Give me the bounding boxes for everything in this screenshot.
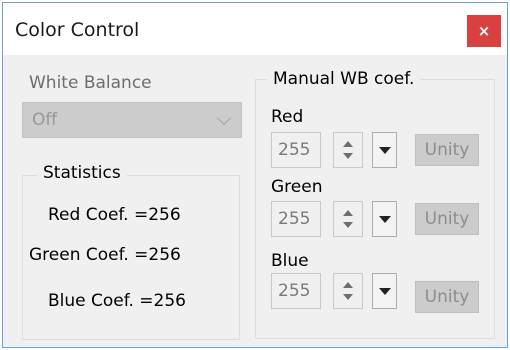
red-dropdown-button[interactable] [372, 132, 397, 168]
blue-spinner[interactable] [333, 273, 363, 309]
dropdown-arrow-icon [379, 147, 391, 154]
blue-coef-stat: Blue Coef. =256 [48, 291, 187, 311]
chevron-down-icon [216, 110, 232, 126]
spin-down-icon [343, 222, 353, 228]
close-icon: × [477, 22, 491, 40]
blue-value: 255 [278, 281, 311, 301]
dialog-body: White Balance Off Statistics Red Coef. =… [3, 55, 507, 347]
green-dropdown-button[interactable] [372, 201, 397, 237]
green-label: Green [271, 177, 323, 197]
blue-value-input[interactable]: 255 [271, 273, 321, 309]
red-value: 255 [278, 140, 311, 160]
green-unity-label: Unity [424, 209, 470, 229]
close-button[interactable]: × [467, 15, 501, 47]
color-control-window: Color Control × White Balance Off Statis… [2, 2, 508, 348]
green-value: 255 [278, 209, 311, 229]
manual-wb-title: Manual WB coef. [267, 69, 421, 89]
white-balance-label: White Balance [29, 73, 152, 93]
red-unity-button[interactable]: Unity [415, 134, 479, 166]
dropdown-arrow-icon [379, 288, 391, 295]
green-value-input[interactable]: 255 [271, 201, 321, 237]
spin-up-icon [343, 282, 353, 288]
green-spinner[interactable] [333, 201, 363, 237]
spin-down-icon [343, 294, 353, 300]
red-spinner[interactable] [333, 132, 363, 168]
title-bar[interactable]: Color Control × [3, 3, 507, 55]
red-coef-stat: Red Coef. =256 [48, 205, 181, 225]
blue-unity-label: Unity [424, 287, 470, 307]
white-balance-dropdown[interactable]: Off [22, 102, 242, 138]
spin-up-icon [343, 210, 353, 216]
spin-down-icon [343, 153, 353, 159]
green-coef-stat: Green Coef. =256 [29, 245, 181, 265]
blue-label: Blue [271, 251, 309, 271]
window-title: Color Control [15, 19, 140, 41]
blue-dropdown-button[interactable] [372, 273, 397, 309]
spin-up-icon [343, 141, 353, 147]
dropdown-arrow-icon [379, 216, 391, 223]
blue-unity-button[interactable]: Unity [415, 281, 479, 313]
red-value-input[interactable]: 255 [271, 132, 321, 168]
green-unity-button[interactable]: Unity [415, 203, 479, 235]
white-balance-value: Off [32, 110, 58, 130]
statistics-title: Statistics [37, 163, 127, 183]
red-label: Red [271, 107, 304, 127]
red-unity-label: Unity [424, 140, 470, 160]
